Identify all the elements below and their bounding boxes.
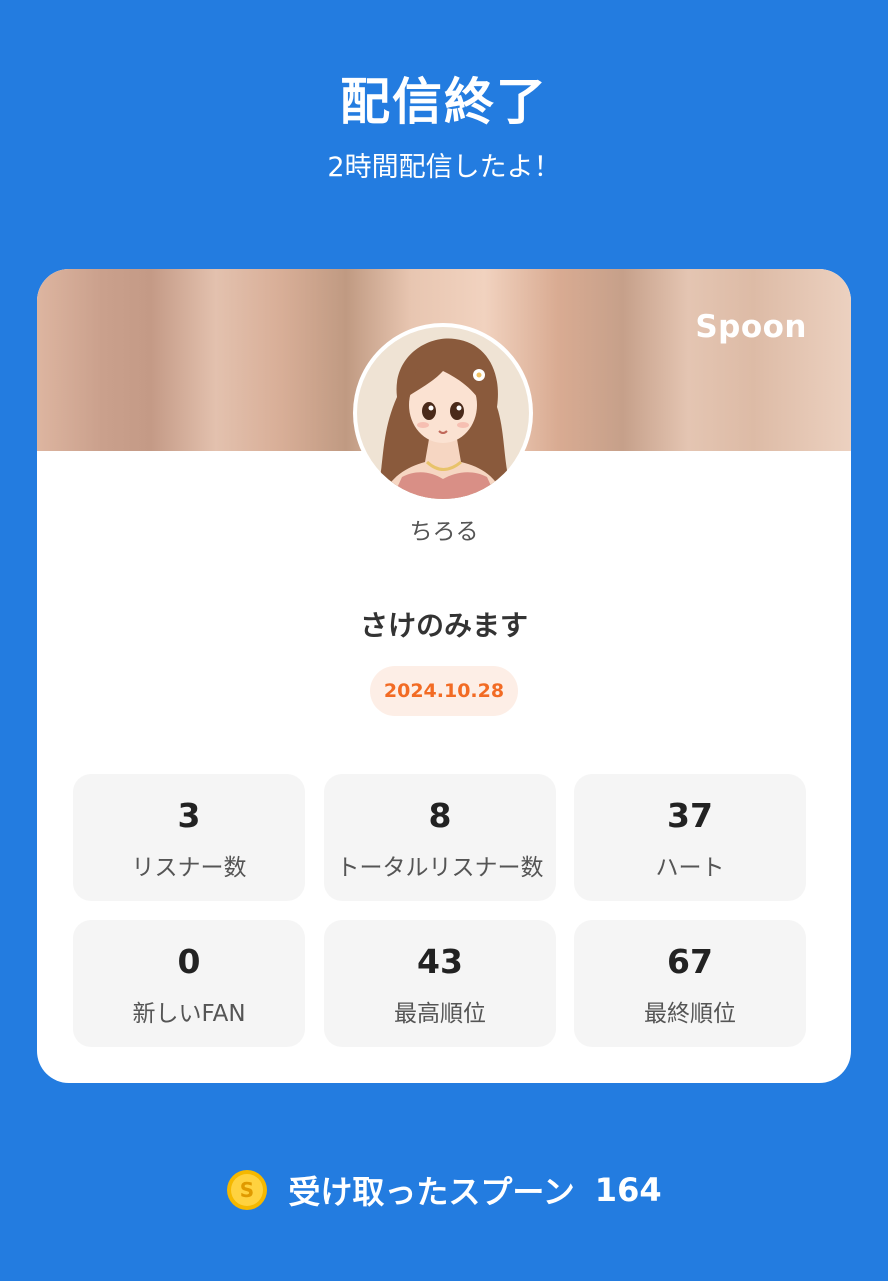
spoon-summary: S 受け取ったスプーン 164 [0,1166,888,1214]
spoon-label: 受け取ったスプーン [288,1173,575,1211]
brand-logo: Spoon [695,309,807,345]
stat-listeners: 3 リスナー数 [73,774,305,901]
stat-label: ハート [655,855,725,881]
stat-value: 3 [177,796,201,835]
date-badge: 2024.10.28 [370,666,518,716]
stat-label: 最終順位 [644,1001,736,1027]
username: ちろる [409,519,479,545]
live-title: さけのみます [359,609,528,642]
avatar-image [357,327,529,499]
stat-value: 37 [667,796,713,835]
stat-highest-rank: 43 最高順位 [324,920,556,1047]
stat-label: リスナー数 [131,855,247,881]
summary-card: Spoon ちろる さけのみます 2024.10.28 3 リスナー数 8 トー… [37,269,851,1083]
stat-hearts: 37 ハート [574,774,806,901]
page-subtitle: 2時間配信したよ！ [327,152,561,183]
stat-value: 0 [177,942,201,981]
stat-value: 43 [417,942,463,981]
stat-label: 最高順位 [394,1001,486,1027]
stat-total-listeners: 8 トータルリスナー数 [324,774,556,901]
coin-icon: S [227,1170,268,1210]
spoon-count: 164 [594,1171,662,1209]
avatar [353,323,533,503]
stat-final-rank: 67 最終順位 [574,920,806,1047]
svg-text:S: S [240,1178,254,1202]
stat-value: 67 [667,942,713,981]
stat-label: トータルリスナー数 [336,855,544,881]
page-title: 配信終了 [340,73,548,131]
stat-new-fans: 0 新しいFAN [73,920,305,1047]
stat-value: 8 [428,796,452,835]
header: 配信終了 2時間配信したよ！ [0,62,888,186]
stat-label: 新しいFAN [132,1001,246,1027]
